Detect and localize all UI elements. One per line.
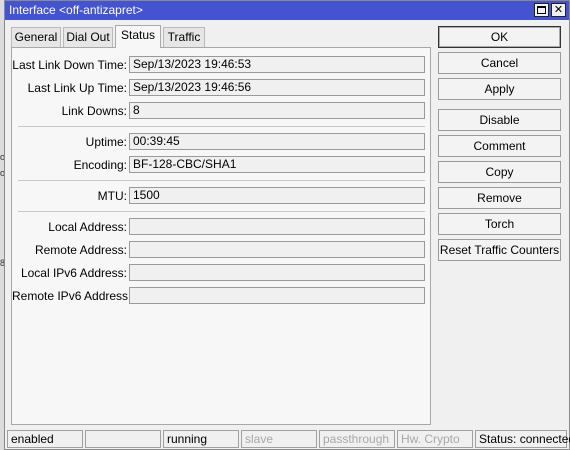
remote-address-label: Remote Address: bbox=[34, 243, 127, 257]
encoding-label: Encoding: bbox=[73, 158, 127, 172]
remove-button[interactable]: Remove bbox=[438, 187, 561, 209]
maximize-icon bbox=[537, 6, 546, 14]
apply-button[interactable]: Apply bbox=[438, 78, 561, 100]
close-icon: ✕ bbox=[553, 3, 564, 16]
separator bbox=[18, 180, 425, 181]
status-slave: slave bbox=[241, 430, 317, 448]
last-link-up-time-label: Last Link Up Time: bbox=[27, 81, 127, 95]
status-empty bbox=[85, 430, 161, 448]
remote-ipv6-address-field[interactable] bbox=[129, 287, 425, 304]
comment-button[interactable]: Comment bbox=[438, 135, 561, 157]
tab-traffic[interactable]: Traffic bbox=[163, 27, 205, 47]
window-title: Interface <off-antizapret> bbox=[9, 3, 143, 17]
reset-traffic-counters-button[interactable]: Reset Traffic Counters bbox=[438, 239, 561, 261]
mtu-label: MTU: bbox=[97, 189, 127, 203]
uptime-field[interactable]: 00:39:45 bbox=[129, 133, 425, 150]
local-ipv6-address-row: Local IPv6 Address: bbox=[12, 264, 430, 282]
last-link-down-time-label: Last Link Down Time: bbox=[12, 58, 127, 72]
last-link-down-time-field[interactable]: Sep/13/2023 19:46:53 bbox=[129, 56, 425, 73]
status-connected: Status: connected bbox=[475, 430, 570, 448]
uptime-row: Uptime: 00:39:45 bbox=[12, 133, 430, 151]
separator bbox=[18, 126, 425, 127]
remote-ipv6-address-label: Remote IPv6 Address: bbox=[12, 289, 132, 303]
local-ipv6-address-label: Local IPv6 Address: bbox=[20, 266, 127, 280]
link-downs-field[interactable]: 8 bbox=[129, 102, 425, 119]
remote-address-field[interactable] bbox=[129, 241, 425, 258]
tab-general[interactable]: General bbox=[11, 27, 61, 47]
mtu-field[interactable]: 1500 bbox=[129, 187, 425, 204]
status-hw-crypto: Hw. Crypto bbox=[397, 430, 473, 448]
title-bar[interactable]: Interface <off-antizapret> ✕ bbox=[5, 1, 569, 20]
maximize-button[interactable] bbox=[534, 3, 549, 17]
tab-dial-out[interactable]: Dial Out bbox=[63, 27, 113, 47]
disable-button[interactable]: Disable bbox=[438, 109, 561, 131]
last-link-up-time-field[interactable]: Sep/13/2023 19:46:56 bbox=[129, 79, 425, 96]
local-ipv6-address-field[interactable] bbox=[129, 264, 425, 281]
last-link-down-time-row: Last Link Down Time: Sep/13/2023 19:46:5… bbox=[12, 56, 430, 74]
separator bbox=[18, 211, 425, 212]
encoding-field[interactable]: BF-128-CBC/SHA1 bbox=[129, 156, 425, 173]
remote-ipv6-address-row: Remote IPv6 Address: bbox=[12, 287, 430, 305]
status-bar: enabled running slave passthrough Hw. Cr… bbox=[5, 429, 570, 449]
encoding-row: Encoding: BF-128-CBC/SHA1 bbox=[12, 156, 430, 174]
local-address-field[interactable] bbox=[129, 218, 425, 235]
status-panel: Last Link Down Time: Sep/13/2023 19:46:5… bbox=[11, 47, 431, 425]
ok-button[interactable]: OK bbox=[438, 26, 561, 48]
local-address-row: Local Address: bbox=[12, 218, 430, 236]
uptime-label: Uptime: bbox=[85, 135, 127, 149]
torch-button[interactable]: Torch bbox=[438, 213, 561, 235]
mtu-row: MTU: 1500 bbox=[12, 187, 430, 205]
local-address-label: Local Address: bbox=[48, 220, 127, 234]
close-button[interactable]: ✕ bbox=[551, 3, 566, 17]
interface-window: Interface <off-antizapret> ✕ General Dia… bbox=[4, 0, 570, 450]
status-passthrough: passthrough bbox=[319, 430, 395, 448]
status-running: running bbox=[163, 430, 239, 448]
tab-status[interactable]: Status bbox=[115, 25, 161, 48]
last-link-up-time-row: Last Link Up Time: Sep/13/2023 19:46:56 bbox=[12, 79, 430, 97]
link-downs-label: Link Downs: bbox=[61, 104, 127, 118]
cancel-button[interactable]: Cancel bbox=[438, 52, 561, 74]
status-enabled: enabled bbox=[7, 430, 83, 448]
link-downs-row: Link Downs: 8 bbox=[12, 102, 430, 120]
copy-button[interactable]: Copy bbox=[438, 161, 561, 183]
remote-address-row: Remote Address: bbox=[12, 241, 430, 259]
